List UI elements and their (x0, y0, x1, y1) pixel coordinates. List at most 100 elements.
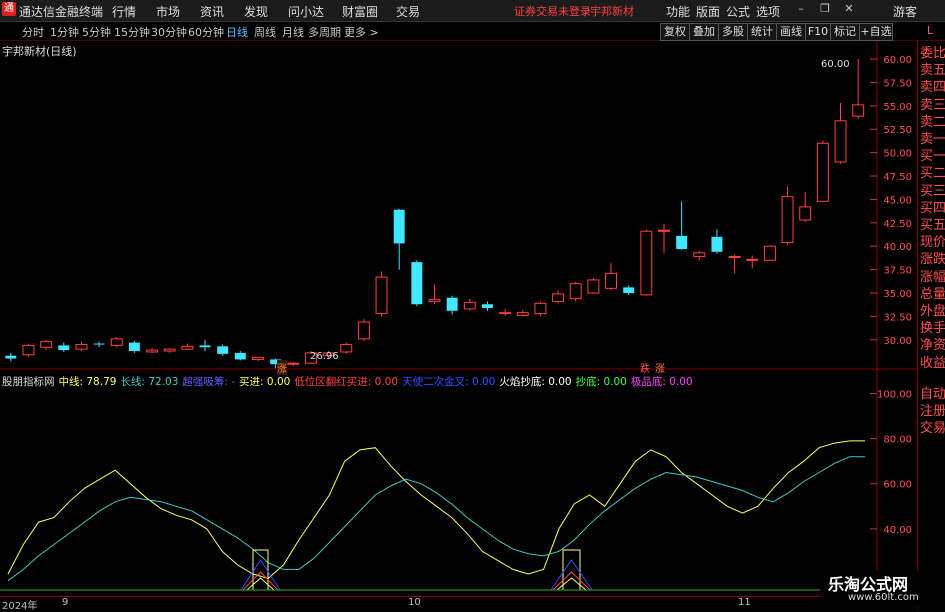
candle[interactable] (516, 309, 529, 317)
indicator-value-6: 火焰抄底: 0.00 (499, 376, 572, 388)
event-tag-2[interactable]: 跌 (640, 360, 650, 375)
candle[interactable] (658, 223, 670, 253)
candle[interactable] (199, 339, 211, 352)
quote-row-8[interactable]: 买三 (920, 183, 945, 201)
candle[interactable] (375, 271, 388, 317)
watermark-url: www.60lt.com (848, 592, 919, 603)
candle[interactable] (217, 344, 229, 356)
quote-row-18[interactable]: 收益 (920, 355, 945, 373)
indicator-series-1 (7, 456, 865, 582)
price-tick-label: 57.50 (883, 78, 912, 89)
candle[interactable] (552, 290, 565, 304)
quote-row-6[interactable]: 买一 (920, 148, 945, 166)
price-tick-label: 47.50 (883, 172, 912, 183)
indicator-tick-label: 60.00 (883, 480, 912, 491)
candle[interactable] (110, 336, 123, 348)
date-month-9: 9 (62, 597, 69, 608)
indicator-value-8: 极品底: 0.00 (630, 376, 693, 388)
candle[interactable] (746, 255, 759, 269)
indicator-tick-label: 80.00 (883, 435, 912, 446)
indicator-series-0 (7, 440, 865, 580)
quote-row-1[interactable]: 卖五 (920, 62, 945, 80)
date-month-11: 11 (738, 597, 751, 608)
candle[interactable] (534, 301, 547, 317)
candle[interactable] (569, 281, 582, 302)
event-tag-3[interactable]: 涨 (655, 360, 665, 375)
side-action-1[interactable]: 注册 (920, 403, 945, 421)
buy-signal-markers (240, 549, 593, 591)
candle[interactable] (340, 342, 353, 354)
quote-row-4[interactable]: 卖二 (920, 114, 945, 132)
candle[interactable] (728, 254, 741, 274)
candle[interactable] (393, 208, 405, 270)
event-tag-1[interactable]: 涨 (277, 360, 287, 375)
candle[interactable] (781, 186, 794, 246)
quote-row-7[interactable]: 买二 (920, 165, 945, 183)
candle[interactable] (799, 191, 812, 222)
candle[interactable] (58, 342, 70, 352)
indicator-tick-label: 100.00 (877, 390, 912, 401)
candle[interactable] (128, 340, 140, 353)
candle[interactable] (587, 278, 600, 294)
quote-row-13[interactable]: 涨幅 (920, 269, 945, 287)
indicator-value-1: 长线: 72.03 (120, 376, 179, 388)
chart-canvas[interactable]: 30.00 32.50 35.00 37.50 40.00 42.50 45.00 47.50… (0, 0, 945, 609)
candle[interactable] (5, 352, 17, 362)
candle[interactable] (93, 341, 105, 348)
candle[interactable] (481, 301, 493, 311)
price-tick-label: 37.50 (883, 266, 912, 277)
indicator-value-2: 超强吸筹: - (182, 376, 236, 388)
candle[interactable] (676, 201, 688, 250)
candle[interactable] (640, 229, 653, 296)
candle[interactable] (163, 348, 176, 353)
candle[interactable] (852, 59, 865, 119)
candle[interactable] (411, 260, 423, 307)
quote-row-17[interactable]: 净资 (920, 337, 945, 355)
price-tick-label: 60.00 (883, 55, 912, 66)
candle[interactable] (287, 362, 300, 366)
candle[interactable] (816, 140, 829, 203)
quote-row-10[interactable]: 买五 (920, 217, 945, 235)
candle[interactable] (834, 103, 847, 164)
candle[interactable] (763, 245, 776, 262)
quote-row-12[interactable]: 涨跌 (920, 251, 945, 269)
date-month-10: 10 (408, 597, 421, 608)
price-tick-label: 35.00 (883, 289, 912, 300)
candle[interactable] (499, 308, 512, 316)
side-action-0[interactable]: 自动 (920, 386, 945, 404)
candle[interactable] (357, 319, 370, 341)
candle[interactable] (711, 229, 723, 254)
quote-row-2[interactable]: 卖四 (920, 79, 945, 97)
quote-row-16[interactable]: 换手 (920, 320, 945, 338)
candle[interactable] (693, 250, 706, 261)
quote-row-14[interactable]: 总量 (920, 286, 945, 304)
indicator-value-7: 抄底: 0.00 (575, 376, 627, 388)
indicator-value-5: 天使二次金叉: 0.00 (402, 376, 496, 388)
quote-row-11[interactable]: 现价 (920, 234, 945, 252)
quote-row-0[interactable]: 委比 (920, 45, 945, 63)
date-year: 2024年 (2, 601, 38, 612)
candle[interactable] (75, 341, 88, 352)
candle[interactable] (234, 351, 246, 361)
candle[interactable] (22, 343, 35, 357)
candle[interactable] (181, 343, 194, 351)
price-tick-label: 30.00 (883, 336, 912, 347)
quote-row-3[interactable]: 卖三 (920, 97, 945, 115)
candle[interactable] (146, 348, 159, 353)
price-tick-label: 55.00 (883, 102, 912, 113)
indicator-value-3: 买进: 0.00 (239, 376, 291, 388)
candle[interactable] (40, 339, 53, 351)
quote-row-15[interactable]: 外盘 (920, 303, 945, 321)
candle[interactable] (251, 356, 264, 362)
candle[interactable] (463, 298, 476, 311)
price-tick-label: 50.00 (883, 149, 912, 160)
side-action-2[interactable]: 交易 (920, 420, 945, 438)
candle[interactable] (623, 285, 635, 295)
candle[interactable] (605, 263, 618, 291)
candle[interactable] (446, 295, 458, 315)
indicator-name[interactable]: 股朋指标网 (2, 376, 55, 388)
price-tick-label: 40.00 (883, 242, 912, 253)
quote-row-5[interactable]: 卖一 (920, 131, 945, 149)
quote-row-9[interactable]: 买四 (920, 200, 945, 218)
candle[interactable] (428, 284, 441, 305)
